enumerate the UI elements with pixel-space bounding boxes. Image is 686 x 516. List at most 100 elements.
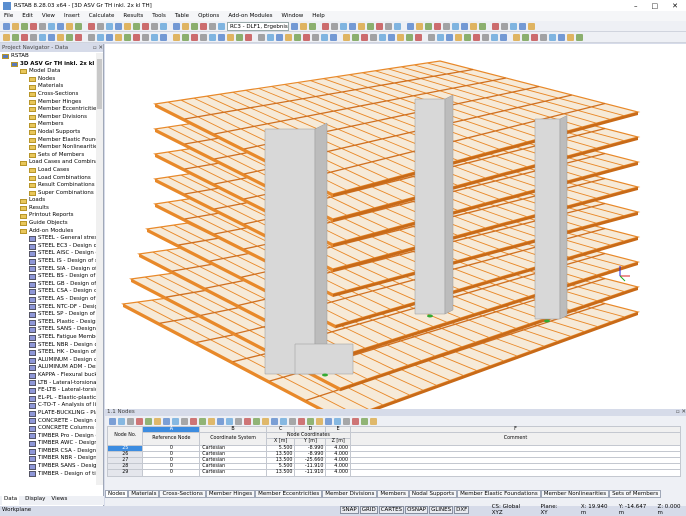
tree-item[interactable]: Add-on Modules xyxy=(0,228,96,236)
toggle-glines[interactable]: GLINES xyxy=(429,506,453,514)
toolbar-button-icon[interactable] xyxy=(115,23,122,30)
tree-item[interactable]: STEEL EC3 - Design of steel xyxy=(0,243,96,251)
toolbar-button-icon[interactable] xyxy=(352,34,359,41)
menu-insert[interactable]: Insert xyxy=(64,13,80,19)
menu-window[interactable]: Window xyxy=(282,13,304,19)
toolbar-button-icon[interactable] xyxy=(567,34,574,41)
tree-item[interactable]: Load Cases xyxy=(0,167,96,175)
toolbar-button-icon[interactable] xyxy=(437,34,444,41)
tree-item[interactable]: STEEL Plastic - Design of st xyxy=(0,319,96,327)
toolbar-button-icon[interactable] xyxy=(388,34,395,41)
toolbar-button-icon[interactable] xyxy=(322,23,329,30)
toolbar-button-icon[interactable] xyxy=(75,34,82,41)
tree-item[interactable]: TIMBER NBR - Design of ti xyxy=(0,455,96,463)
table-toolbar-icon[interactable] xyxy=(334,418,341,425)
toolbar-button-icon[interactable] xyxy=(88,23,95,30)
table-toolbar-icon[interactable] xyxy=(307,418,314,425)
cell-ref[interactable]: 0 xyxy=(143,470,200,476)
table-toolbar-icon[interactable] xyxy=(172,418,179,425)
toolbar-button-icon[interactable] xyxy=(492,23,499,30)
tree-item[interactable]: ALUMINUM ADM - Design xyxy=(0,364,96,372)
table-toolbar-icon[interactable] xyxy=(163,418,170,425)
toolbar-button-icon[interactable] xyxy=(367,23,374,30)
toolbar-button-icon[interactable] xyxy=(142,34,149,41)
tree-item[interactable]: Member Divisions xyxy=(0,114,96,122)
tree-item[interactable]: STEEL NBR - Design of stee xyxy=(0,342,96,350)
tree-item[interactable]: Member Eccentricities xyxy=(0,106,96,114)
tree-item[interactable]: STEEL NTC-DF - Design of s xyxy=(0,304,96,312)
table-toolbar-icon[interactable] xyxy=(361,418,368,425)
toolbar-button-icon[interactable] xyxy=(39,23,46,30)
table-toolbar-icon[interactable] xyxy=(352,418,359,425)
table-tab-nodal-supports[interactable]: Nodal Supports xyxy=(409,490,457,498)
toolbar-button-icon[interactable] xyxy=(531,34,538,41)
menu-results[interactable]: Results xyxy=(123,13,143,19)
table-tab-member-nonlinearities[interactable]: Member Nonlinearities xyxy=(541,490,609,498)
toolbar-button-icon[interactable] xyxy=(528,23,535,30)
toolbar-button-icon[interactable] xyxy=(209,34,216,41)
table-tab-nodes[interactable]: Nodes xyxy=(105,490,128,498)
table-tab-member-eccentricities[interactable]: Member Eccentricities xyxy=(255,490,322,498)
tree-item[interactable]: STEEL CSA - Design of steel xyxy=(0,288,96,296)
toolbar-button-icon[interactable] xyxy=(57,34,64,41)
table-toolbar-icon[interactable] xyxy=(109,418,116,425)
toolbar-button-icon[interactable] xyxy=(12,23,19,30)
tree-item[interactable]: STEEL AISC - Design of steel xyxy=(0,250,96,258)
toolbar-button-icon[interactable] xyxy=(464,34,471,41)
toggle-dxf[interactable]: DXF xyxy=(454,506,469,514)
cell-x[interactable]: 13.500 xyxy=(266,470,295,476)
tree-item[interactable]: Nodal Supports xyxy=(0,129,96,137)
table-toolbar-icon[interactable] xyxy=(271,418,278,425)
toolbar-button-icon[interactable] xyxy=(75,23,82,30)
tree-item[interactable]: PLATE-BUCKLING - Plate b xyxy=(0,410,96,418)
tree-item[interactable]: 3D ASV Gr TH inkl. 2x kl TH xyxy=(0,61,96,69)
cell-y[interactable]: -11.910 xyxy=(295,470,326,476)
menu-file[interactable]: File xyxy=(4,13,13,19)
tree-item[interactable]: Result Combinations xyxy=(0,182,96,190)
toolbar-button-icon[interactable] xyxy=(394,23,401,30)
tree-item[interactable]: Load Cases and Combinations xyxy=(0,159,96,167)
toolbar-button-icon[interactable] xyxy=(191,23,198,30)
toolbar-button-icon[interactable] xyxy=(124,23,131,30)
cell-z[interactable]: 4.000 xyxy=(326,470,351,476)
table-toolbar-icon[interactable] xyxy=(262,418,269,425)
toolbar-button-icon[interactable] xyxy=(21,34,28,41)
table-toolbar-icon[interactable] xyxy=(370,418,377,425)
toolbar-button-icon[interactable] xyxy=(21,23,28,30)
toolbar-button-icon[interactable] xyxy=(407,23,414,30)
toolbar-button-icon[interactable] xyxy=(209,23,216,30)
structure-model[interactable] xyxy=(105,44,686,409)
table-toolbar-icon[interactable] xyxy=(235,418,242,425)
menu-help[interactable]: Help xyxy=(312,13,325,19)
tree-item[interactable]: TIMBER AWC - Design of ti xyxy=(0,440,96,448)
toolbar-button-icon[interactable] xyxy=(397,34,404,41)
toolbar-button-icon[interactable] xyxy=(358,23,365,30)
table-tab-member-hinges[interactable]: Member Hinges xyxy=(206,490,255,498)
table-toolbar-icon[interactable] xyxy=(280,418,287,425)
table-toolbar-icon[interactable] xyxy=(199,418,206,425)
tree-item[interactable]: TIMBER Pro - Design of tim xyxy=(0,433,96,441)
core-wall-side[interactable] xyxy=(315,123,327,374)
tree-item[interactable]: Guide Objects xyxy=(0,220,96,228)
table-toolbar-icon[interactable] xyxy=(343,418,350,425)
toggle-osnap[interactable]: OSNAP xyxy=(405,506,428,514)
toolbar-button-icon[interactable] xyxy=(39,34,46,41)
menu-tools[interactable]: Tools xyxy=(152,13,166,19)
toolbar-button-icon[interactable] xyxy=(379,34,386,41)
menu-options[interactable]: Options xyxy=(198,13,219,19)
toolbar-button-icon[interactable] xyxy=(501,23,508,30)
tree-item[interactable]: STEEL SP - Design of steel m xyxy=(0,311,96,319)
cell-cs[interactable]: Cartesian xyxy=(200,470,267,476)
menu-view[interactable]: View xyxy=(42,13,55,19)
tree-item[interactable]: EL-PL - Elastic-plastic desig xyxy=(0,395,96,403)
tree-item[interactable]: Member Nonlinearities xyxy=(0,144,96,152)
toolbar-button-icon[interactable] xyxy=(30,23,37,30)
toolbar-button-icon[interactable] xyxy=(151,34,158,41)
tree-item[interactable]: STEEL AS - Design of steel m xyxy=(0,296,96,304)
table-toolbar-icon[interactable] xyxy=(325,418,332,425)
toolbar-button-icon[interactable] xyxy=(343,34,350,41)
toolbar-button-icon[interactable] xyxy=(473,34,480,41)
menu-add-on-modules[interactable]: Add-on Modules xyxy=(228,13,272,19)
tree-item[interactable]: Model Data xyxy=(0,68,96,76)
menu-edit[interactable]: Edit xyxy=(22,13,33,19)
